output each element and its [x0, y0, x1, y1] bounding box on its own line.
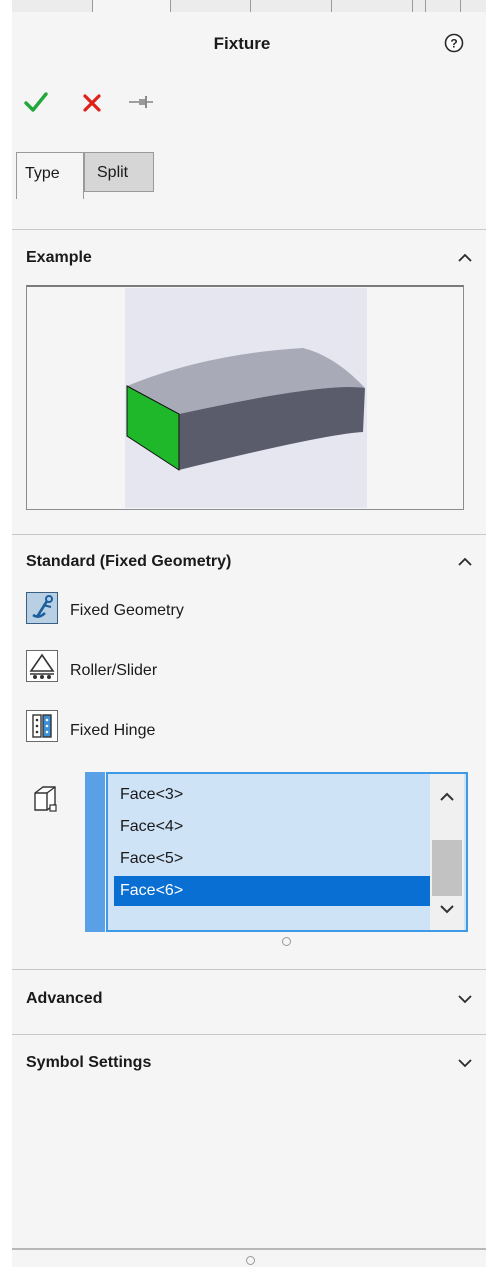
ok-check-icon[interactable] [24, 91, 48, 113]
top-tab-strip [12, 0, 486, 12]
example-section-title: Example [26, 249, 92, 266]
cancel-x-icon[interactable] [82, 93, 102, 113]
top-tab-separator [460, 0, 461, 12]
section-divider [12, 229, 486, 230]
section-divider [12, 969, 486, 970]
anchor-icon [32, 595, 53, 618]
face-selection-icon [34, 786, 57, 812]
panel-bottom-border [12, 1248, 486, 1250]
chevron-up-icon[interactable] [456, 556, 474, 568]
chevron-down-icon[interactable] [436, 900, 458, 918]
fixed-geometry-label[interactable]: Fixed Geometry [70, 602, 184, 620]
resize-handle[interactable] [282, 937, 291, 946]
top-tab-active[interactable] [92, 0, 170, 12]
hinge-icon [32, 714, 52, 738]
roller-slider-label[interactable]: Roller/Slider [70, 662, 157, 680]
symbol-settings-section-title[interactable]: Symbol Settings [26, 1054, 151, 1072]
fixed-hinge-label[interactable]: Fixed Hinge [70, 722, 155, 740]
list-item[interactable]: Face<3> [114, 780, 430, 810]
standard-section-title: Standard (Fixed Geometry) [26, 553, 232, 570]
chevron-down-icon[interactable] [456, 993, 474, 1005]
advanced-section-title[interactable]: Advanced [26, 990, 102, 1008]
section-divider [12, 534, 486, 535]
page-title: Fixture [213, 34, 271, 53]
top-tab-separator [331, 0, 332, 12]
svg-text:?: ? [450, 37, 457, 51]
top-tab-separator [425, 0, 426, 12]
left-edge [0, 0, 12, 1267]
list-item-selected[interactable]: Face<6> [114, 876, 430, 906]
tab-type[interactable]: Type [16, 152, 84, 199]
chevron-up-icon[interactable] [456, 252, 474, 264]
chevron-up-icon[interactable] [436, 788, 458, 806]
list-scrollbar[interactable] [430, 774, 464, 930]
top-tab-separator [170, 0, 171, 12]
fixed-hinge-button[interactable] [26, 710, 58, 742]
roller-slider-icon [29, 653, 55, 679]
face-selection-list[interactable]: Face<3> Face<4> Face<5> Face<6> [106, 772, 468, 932]
list-item[interactable]: Face<4> [114, 812, 430, 842]
tab-type-label: Type [25, 165, 60, 182]
list-item[interactable]: Face<5> [114, 844, 430, 874]
top-tab-separator [250, 0, 251, 12]
selection-focus-bar [85, 772, 105, 932]
fixed-geometry-button[interactable] [26, 592, 58, 624]
chevron-down-icon[interactable] [456, 1057, 474, 1069]
tab-split[interactable]: Split [84, 152, 154, 192]
pushpin-icon[interactable] [128, 94, 154, 110]
top-tab-separator [92, 0, 93, 12]
help-circle-icon[interactable]: ? [444, 33, 464, 53]
section-divider [12, 1034, 486, 1035]
roller-slider-button[interactable] [26, 650, 58, 682]
panel-resize-handle[interactable] [246, 1256, 255, 1265]
example-part-image [125, 288, 367, 508]
scroll-thumb[interactable] [432, 840, 462, 896]
tab-split-label: Split [97, 164, 129, 181]
top-tab-separator [412, 0, 413, 12]
